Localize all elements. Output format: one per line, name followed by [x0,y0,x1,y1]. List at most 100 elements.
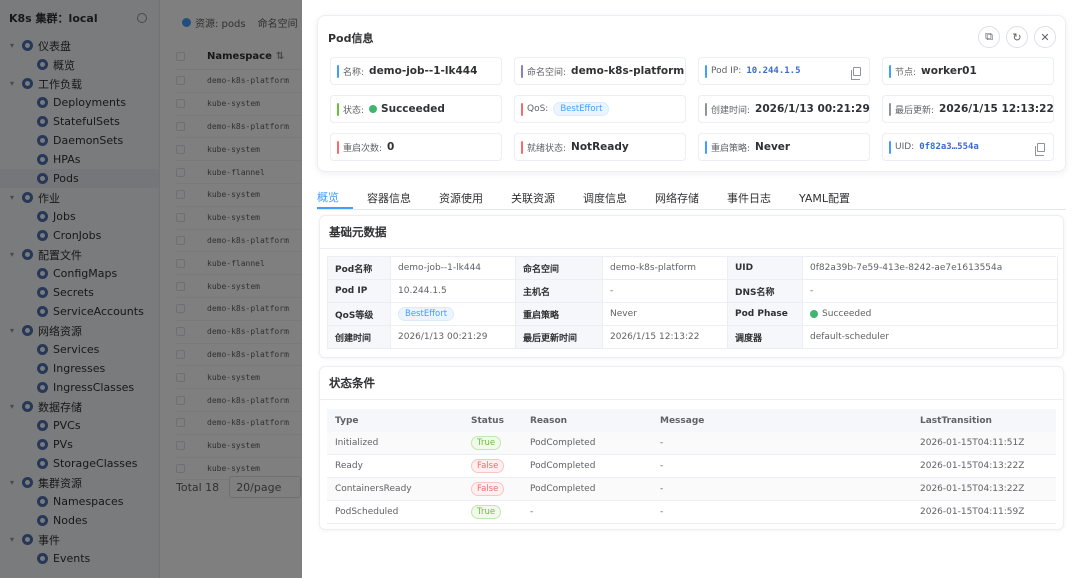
meta-key: 创建时间 [328,326,391,349]
tab-item[interactable]: 事件日志 [713,187,785,209]
status-pill: True [471,436,502,450]
condition-row: PodScheduled True - - 2026-01-15T04:11:59Z [327,501,1056,524]
meta-value: default-scheduler [803,326,1058,349]
info-restart-policy: 重启策略: Never [698,133,870,161]
close-button[interactable]: ✕ [1034,26,1056,48]
condition-last-transition: 2026-01-15T04:13:22Z [920,461,1025,471]
info-value: 2026/1/15 12:13:22 [939,103,1054,115]
condition-status: False [471,482,530,496]
meta-key: Pod IP [328,280,391,303]
tab-item[interactable]: 概览 [317,187,353,209]
info-label: 重启策略: [711,143,751,154]
meta-key: DNS名称 [728,280,803,303]
condition-status: True [471,505,530,519]
condition-type: PodScheduled [335,507,399,517]
meta-value: BestEffort [391,303,516,326]
condition-reason: PodCompleted [530,484,596,494]
detail-tabs: 概览 容器信息 资源使用 关联资源 调度信息 网络存储 事件日志 YAML配置 [317,187,864,209]
condition-type: ContainersReady [335,484,412,494]
info-name: 名称: demo-job--1-lk444 [330,57,502,85]
meta-key: Pod Phase [728,303,803,326]
info-value: Never [755,141,791,153]
drawer-title: Pod信息 [328,32,374,45]
metadata-grid: Pod名称 demo-job--1-lk444 命名空间 demo-k8s-platf… [327,256,1058,349]
condition-type: Ready [335,461,363,471]
info-value: 0f82a3…554a [919,142,979,152]
info-value: Succeeded [381,103,445,115]
condition-row: Ready False PodCompleted - 2026-01-15T04:13:… [327,455,1056,478]
column-header: Message [660,415,705,426]
info-created: 创建时间: 2026/1/13 00:21:29 [698,95,870,123]
accent-bar [889,64,891,78]
condition-message: - [660,484,664,494]
condition-last-transition: 2026-01-15T04:11:59Z [920,507,1025,517]
tab-item[interactable]: 网络存储 [641,187,713,209]
meta-value: demo-k8s-platform [603,257,728,280]
tabs-divider [317,209,1066,210]
meta-value: 10.244.1.5 [391,280,516,303]
accent-bar [705,140,707,154]
info-label: 最后更新: [895,105,935,116]
conditions-title: 状态条件 [320,367,1063,400]
condition-row: Initialized True PodCompleted - 2026-01-15T0… [327,432,1056,455]
conditions-section: 状态条件 Type Status Reason Message LastTransiti… [319,366,1064,530]
status-dot-icon [369,105,378,113]
condition-message: - [660,438,664,448]
info-label: QoS: [527,104,549,114]
close-icon: ✕ [1040,30,1050,44]
meta-value: Never [603,303,728,326]
column-header: LastTransition [920,415,992,426]
conditions-body: Initialized True PodCompleted - 2026-01-15T0… [327,432,1056,524]
qos-tag: BestEffort [553,102,610,116]
accent-bar [705,102,707,116]
info-value: demo-k8s-platform [571,65,685,77]
info-value: NotReady [571,141,629,153]
info-label: 节点: [895,67,917,78]
info-label: 创建时间: [711,105,751,116]
info-ready: 就绪状态: NotReady [514,133,686,161]
tab-item[interactable]: YAML配置 [785,187,864,209]
info-value: 2026/1/13 00:21:29 [755,103,870,115]
tab-item[interactable]: 调度信息 [569,187,641,209]
condition-row: ContainersReady False PodCompleted - 2026-01… [327,478,1056,501]
meta-key: 主机名 [516,280,603,303]
accent-bar [705,64,707,78]
info-label: 命名空间: [527,67,567,78]
pod-detail-drawer: Pod信息 ⧉ ↻ ✕ 名称: demo-job--1-lk444 命名空间: … [302,0,1080,578]
metadata-title: 基础元数据 [320,216,1063,249]
meta-value: Succeeded [803,303,1058,326]
info-node: 节点: worker01 [882,57,1054,85]
conditions-table: Type Status Reason Message LastTransition In… [327,409,1056,524]
condition-message: - [660,461,664,471]
condition-last-transition: 2026-01-15T04:13:22Z [920,484,1025,494]
meta-value: 2026/1/13 00:21:29 [391,326,516,349]
info-value: demo-job--1-lk444 [369,65,478,77]
metadata-section: 基础元数据 Pod名称 demo-job--1-lk444 命名空间 demo-k8s… [319,215,1064,358]
copy-ip-icon[interactable] [851,67,861,80]
column-header: Type [335,415,359,426]
accent-bar [889,102,891,116]
status-pill: False [471,482,505,496]
meta-value: - [603,280,728,303]
tab-item[interactable]: 容器信息 [353,187,425,209]
condition-status: True [471,436,530,450]
copy-button[interactable]: ⧉ [978,26,1000,48]
condition-message: - [660,507,664,517]
tab-item[interactable]: 资源使用 [425,187,497,209]
refresh-icon: ↻ [1012,30,1022,44]
copy-uid-icon[interactable] [1035,143,1045,156]
refresh-button[interactable]: ↻ [1006,26,1028,48]
info-value: 10.244.1.5 [746,66,801,76]
meta-key: UID [728,257,803,280]
copy-icon: ⧉ [985,30,993,43]
info-label: 状态: [343,105,365,116]
condition-reason: PodCompleted [530,461,596,471]
pod-info-card: Pod信息 ⧉ ↻ ✕ 名称: demo-job--1-lk444 命名空间: … [317,15,1066,172]
column-header: Status [471,415,504,426]
info-value: 0 [387,141,395,153]
tab-item[interactable]: 关联资源 [497,187,569,209]
accent-bar [521,140,523,154]
meta-value-text: Succeeded [822,309,872,319]
condition-reason: PodCompleted [530,438,596,448]
info-updated: 最后更新: 2026/1/15 12:13:22 [882,95,1054,123]
